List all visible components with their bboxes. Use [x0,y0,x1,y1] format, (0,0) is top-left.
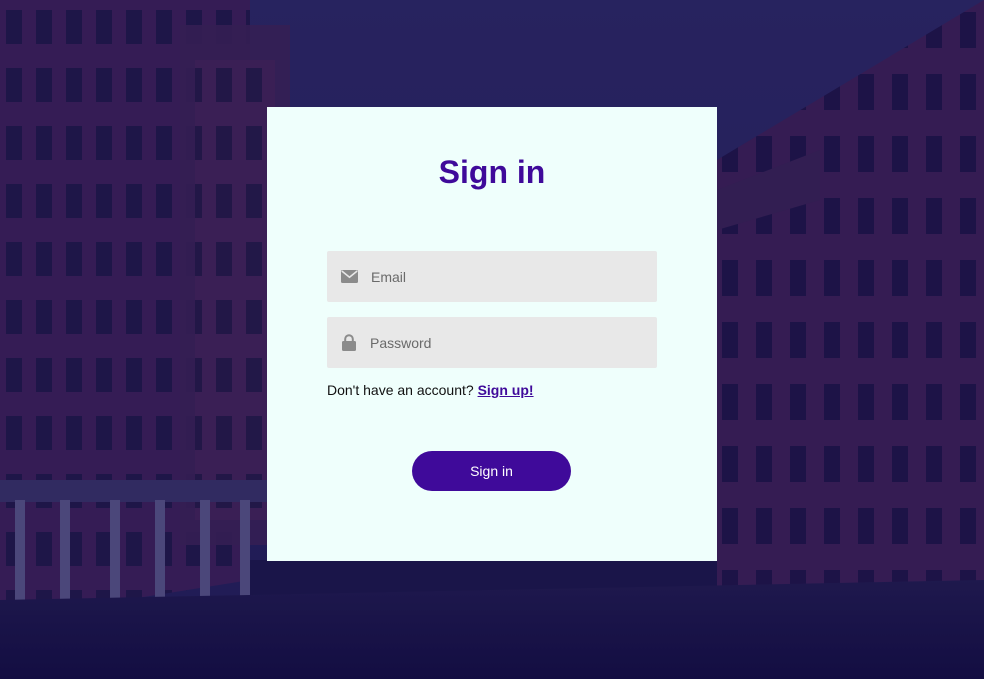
sign-in-button[interactable]: Sign in [412,451,571,491]
password-field[interactable] [327,317,657,368]
signup-prompt-text: Don't have an account? [327,382,474,398]
lock-icon [340,317,358,368]
sign-up-link[interactable]: Sign up! [478,382,534,398]
envelope-icon [340,251,358,302]
email-field[interactable] [327,251,657,302]
signup-prompt: Don't have an account? Sign up! [327,382,534,399]
page-title: Sign in [438,154,546,190]
password-input[interactable] [370,317,650,368]
email-input[interactable] [371,251,651,302]
